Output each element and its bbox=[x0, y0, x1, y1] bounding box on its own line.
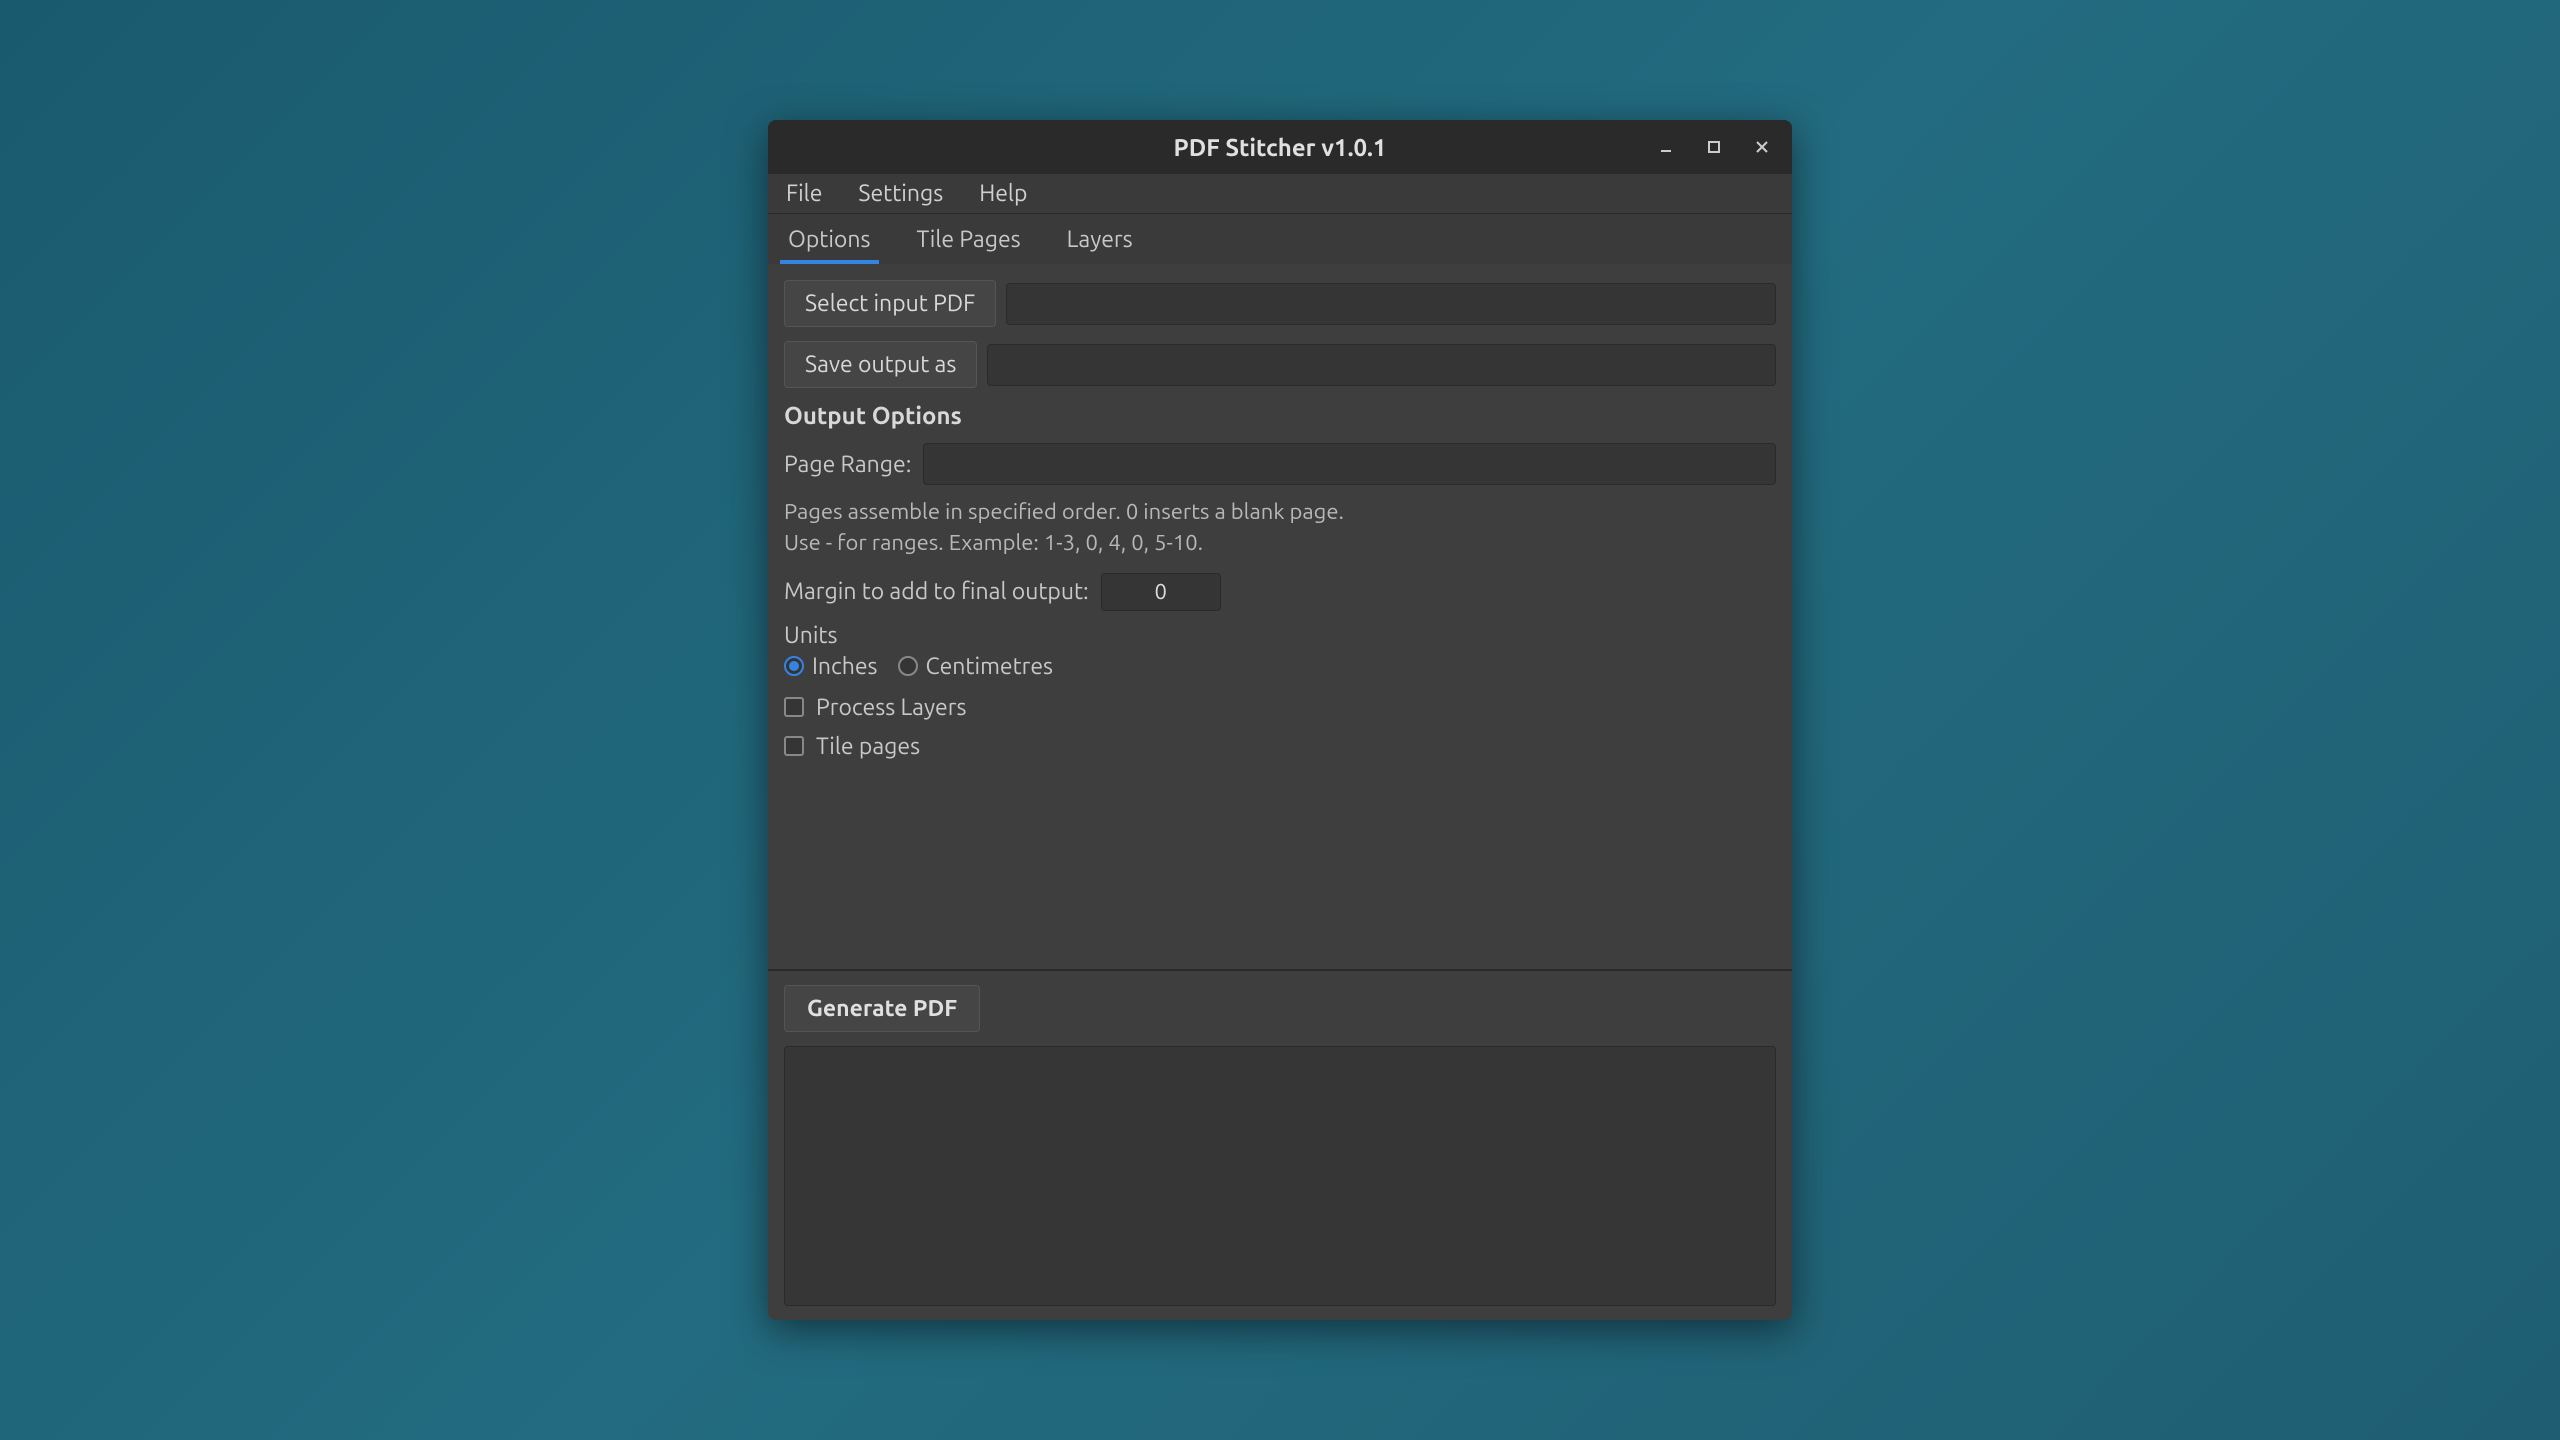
close-button[interactable] bbox=[1742, 127, 1782, 167]
radio-icon bbox=[784, 656, 804, 676]
tab-layers[interactable]: Layers bbox=[1059, 217, 1141, 262]
page-range-input[interactable] bbox=[923, 443, 1776, 485]
select-input-button[interactable]: Select input PDF bbox=[784, 280, 996, 327]
output-path-field[interactable] bbox=[987, 344, 1776, 386]
tile-pages-label: Tile pages bbox=[816, 734, 920, 759]
helper-line-2: Use - for ranges. Example: 1-3, 0, 4, 0,… bbox=[784, 528, 1776, 559]
menu-settings[interactable]: Settings bbox=[852, 177, 949, 210]
page-range-row: Page Range: bbox=[784, 443, 1776, 485]
tile-pages-option[interactable]: Tile pages bbox=[784, 734, 1776, 759]
menu-help[interactable]: Help bbox=[973, 177, 1033, 210]
window-title: PDF Stitcher v1.0.1 bbox=[1174, 134, 1387, 161]
output-options-heading: Output Options bbox=[784, 402, 1776, 429]
menu-file[interactable]: File bbox=[780, 177, 828, 210]
save-output-button[interactable]: Save output as bbox=[784, 341, 977, 388]
units-radio-group: Inches Centimetres bbox=[784, 654, 1776, 679]
maximize-button[interactable] bbox=[1694, 127, 1734, 167]
radio-icon bbox=[898, 656, 918, 676]
units-centimetres-option[interactable]: Centimetres bbox=[898, 654, 1054, 679]
tab-options[interactable]: Options bbox=[780, 217, 879, 262]
margin-label: Margin to add to final output: bbox=[784, 579, 1089, 604]
spacer bbox=[784, 773, 1776, 953]
units-label: Units bbox=[784, 623, 1776, 648]
process-layers-option[interactable]: Process Layers bbox=[784, 695, 1776, 720]
app-window: PDF Stitcher v1.0.1 File Settings Help O… bbox=[768, 120, 1792, 1320]
minimize-button[interactable] bbox=[1646, 127, 1686, 167]
window-controls bbox=[1646, 127, 1782, 167]
generate-pdf-button[interactable]: Generate PDF bbox=[784, 985, 980, 1032]
margin-input[interactable] bbox=[1101, 573, 1221, 611]
tab-bar: Options Tile Pages Layers bbox=[768, 214, 1792, 264]
tab-tile-pages[interactable]: Tile Pages bbox=[909, 217, 1029, 262]
page-range-label: Page Range: bbox=[784, 452, 911, 477]
log-output[interactable] bbox=[784, 1046, 1776, 1306]
checkbox-icon bbox=[784, 736, 804, 756]
content-panel: Select input PDF Save output as Output O… bbox=[768, 264, 1792, 969]
checkbox-icon bbox=[784, 697, 804, 717]
input-path-field[interactable] bbox=[1006, 283, 1776, 325]
page-range-helper: Pages assemble in specified order. 0 ins… bbox=[784, 497, 1776, 559]
titlebar[interactable]: PDF Stitcher v1.0.1 bbox=[768, 120, 1792, 174]
menubar: File Settings Help bbox=[768, 174, 1792, 214]
input-pdf-row: Select input PDF bbox=[784, 280, 1776, 327]
centimetres-label: Centimetres bbox=[926, 654, 1054, 679]
margin-row: Margin to add to final output: bbox=[784, 573, 1776, 611]
bottom-section: Generate PDF bbox=[768, 971, 1792, 1320]
helper-line-1: Pages assemble in specified order. 0 ins… bbox=[784, 497, 1776, 528]
units-inches-option[interactable]: Inches bbox=[784, 654, 878, 679]
output-pdf-row: Save output as bbox=[784, 341, 1776, 388]
inches-label: Inches bbox=[812, 654, 878, 679]
process-layers-label: Process Layers bbox=[816, 695, 966, 720]
